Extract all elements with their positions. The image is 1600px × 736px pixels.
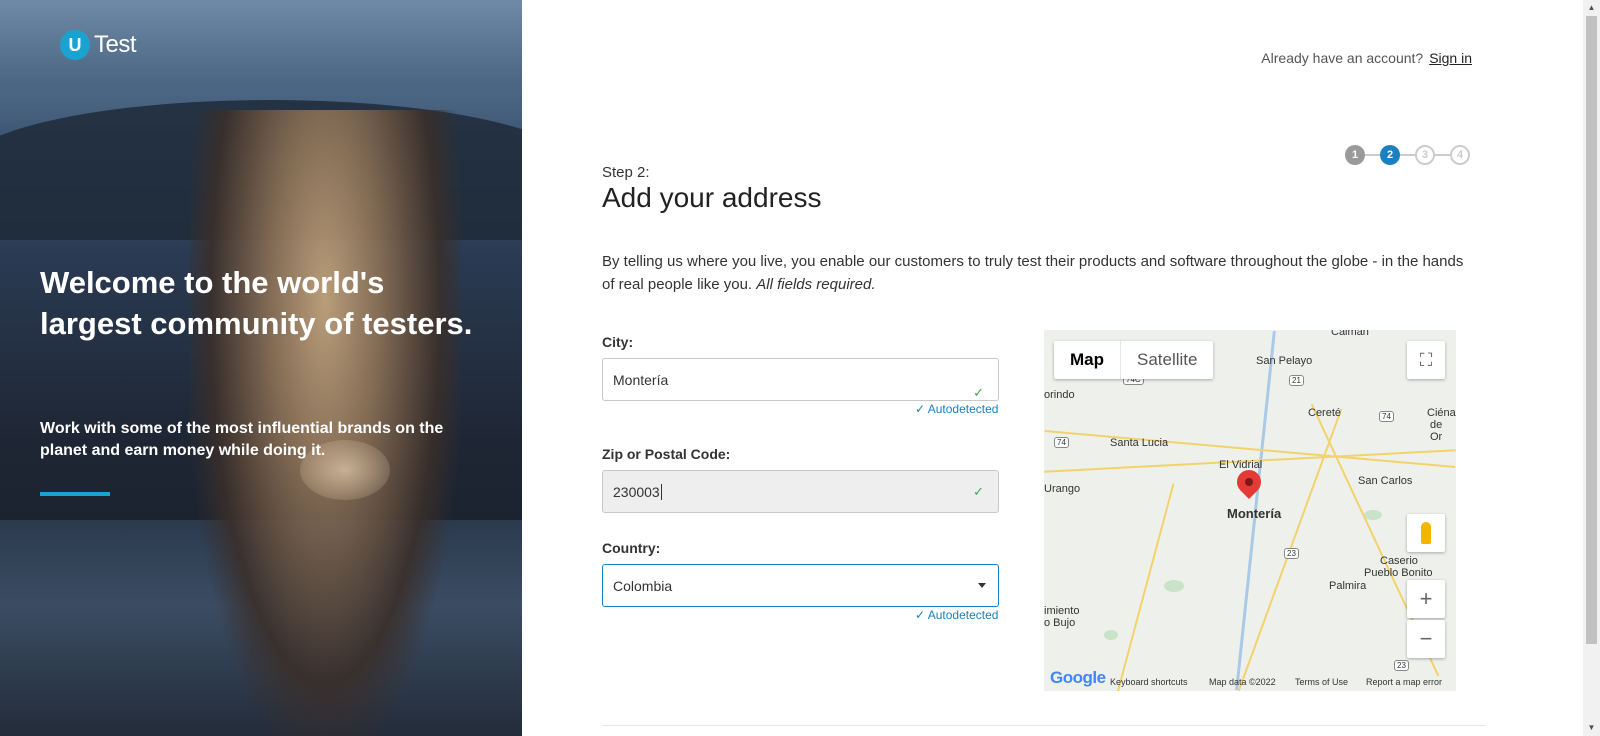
pegman-icon[interactable] bbox=[1407, 514, 1445, 552]
zip-field[interactable]: 230003 ✓ bbox=[602, 470, 999, 513]
step-label: Step 2: bbox=[602, 164, 650, 181]
map-town: Caserio bbox=[1380, 555, 1418, 567]
zip-label: Zip or Postal Code: bbox=[602, 446, 731, 462]
hero-title: Welcome to the world's largest community… bbox=[40, 265, 473, 341]
signin-prompt: Already have an account? Sign in bbox=[1261, 50, 1472, 66]
map-type-satellite[interactable]: Satellite bbox=[1121, 341, 1213, 379]
map-town: orindo bbox=[1044, 389, 1075, 401]
country-autodetected: ✓ Autodetected bbox=[915, 608, 999, 622]
country-value: Colombia bbox=[613, 577, 673, 594]
zoom-in-icon[interactable]: + bbox=[1407, 580, 1445, 618]
map-town: o Bujo bbox=[1044, 617, 1076, 629]
map-data-text: Map data ©2022 bbox=[1209, 677, 1276, 687]
intro-text: By telling us where you live, you enable… bbox=[602, 250, 1477, 296]
scroll-up-icon[interactable]: ▲ bbox=[1583, 0, 1600, 16]
map-town: San Pelayo bbox=[1256, 355, 1313, 367]
page-scrollbar[interactable]: ▲ ▼ bbox=[1583, 0, 1600, 736]
account-prompt: Already have an account? bbox=[1261, 50, 1424, 66]
report-map-error-link[interactable]: Report a map error bbox=[1366, 677, 1442, 687]
logo-mark: U bbox=[60, 30, 90, 60]
map-type-control: Map Satellite bbox=[1054, 341, 1214, 379]
map-town: Pueblo Bonito bbox=[1364, 567, 1433, 579]
location-map[interactable]: Calman San Pelayo orindo Cereté Ciénag d… bbox=[1044, 330, 1456, 691]
map-town-monteria: Montería bbox=[1227, 506, 1282, 521]
step-2: 2 bbox=[1380, 145, 1400, 165]
city-label: City: bbox=[602, 334, 634, 350]
step-connector bbox=[1435, 154, 1450, 156]
map-town: San Carlos bbox=[1358, 475, 1413, 487]
zoom-out-icon[interactable]: − bbox=[1407, 620, 1445, 658]
map-town: Calman bbox=[1331, 330, 1369, 338]
check-icon: ✓ bbox=[973, 385, 984, 400]
city-value: Montería bbox=[613, 371, 669, 388]
map-town: El Vidrial bbox=[1219, 459, 1263, 471]
country-label: Country: bbox=[602, 540, 661, 556]
road-shield: 74 bbox=[1379, 411, 1394, 422]
intro-body: By telling us where you live, you enable… bbox=[602, 253, 1464, 293]
hero-panel: U Test Welcome to the world's largest co… bbox=[0, 0, 522, 736]
map-town: Santa Lucia bbox=[1110, 437, 1169, 449]
map-town: Urango bbox=[1044, 483, 1081, 495]
step-3: 3 bbox=[1415, 145, 1435, 165]
page-title: Add your address bbox=[602, 182, 822, 213]
map-footer: Keyboard shortcuts Map data ©2022 Terms … bbox=[1044, 675, 1456, 691]
map-park bbox=[1164, 580, 1184, 592]
intro-emphasis: All fields required. bbox=[756, 276, 876, 293]
section-divider bbox=[602, 725, 1486, 726]
road-shield: 23 bbox=[1394, 660, 1409, 671]
terms-of-use-link[interactable]: Terms of Use bbox=[1295, 677, 1348, 687]
text-cursor bbox=[660, 483, 662, 500]
signin-link[interactable]: Sign in bbox=[1429, 50, 1472, 66]
map-town: de Or bbox=[1430, 419, 1443, 443]
city-field[interactable]: Montería ✓ bbox=[602, 358, 999, 401]
logo-text: Test bbox=[94, 31, 137, 58]
map-park bbox=[1364, 510, 1382, 520]
zip-value: 230003 bbox=[613, 483, 660, 500]
scroll-down-icon[interactable]: ▼ bbox=[1583, 720, 1600, 736]
map-park bbox=[1104, 630, 1118, 640]
map-town: Ciénag bbox=[1427, 407, 1456, 419]
fullscreen-icon[interactable]: ⛶ bbox=[1407, 341, 1445, 379]
progress-steps: 1 2 3 4 bbox=[1345, 145, 1470, 165]
map-town: Cereté bbox=[1308, 407, 1342, 419]
pegman-figure bbox=[1421, 522, 1431, 544]
map-town: Palmira bbox=[1329, 580, 1367, 592]
hero-subtitle: Work with some of the most influential b… bbox=[40, 420, 444, 459]
city-note: Autodetected bbox=[927, 402, 999, 416]
utest-logo[interactable]: U Test bbox=[60, 30, 137, 60]
country-note: Autodetected bbox=[927, 608, 999, 622]
step-connector bbox=[1400, 154, 1415, 156]
map-town: imiento bbox=[1044, 605, 1080, 617]
step-connector bbox=[1365, 154, 1380, 156]
scrollbar-thumb[interactable] bbox=[1586, 16, 1597, 644]
map-type-map[interactable]: Map bbox=[1054, 341, 1121, 379]
country-select[interactable]: Colombia bbox=[602, 564, 999, 607]
city-autodetected: ✓ Autodetected bbox=[915, 402, 999, 416]
road-shield: 21 bbox=[1289, 375, 1304, 386]
road-shield: 74 bbox=[1054, 437, 1069, 448]
keyboard-shortcuts-link[interactable]: Keyboard shortcuts bbox=[1110, 677, 1188, 687]
check-icon: ✓ bbox=[973, 483, 984, 499]
step-1: 1 bbox=[1345, 145, 1365, 165]
step-4: 4 bbox=[1450, 145, 1470, 165]
road-shield: 23 bbox=[1284, 548, 1299, 559]
chevron-down-icon bbox=[978, 583, 986, 588]
hero-accent-bar bbox=[40, 492, 110, 496]
